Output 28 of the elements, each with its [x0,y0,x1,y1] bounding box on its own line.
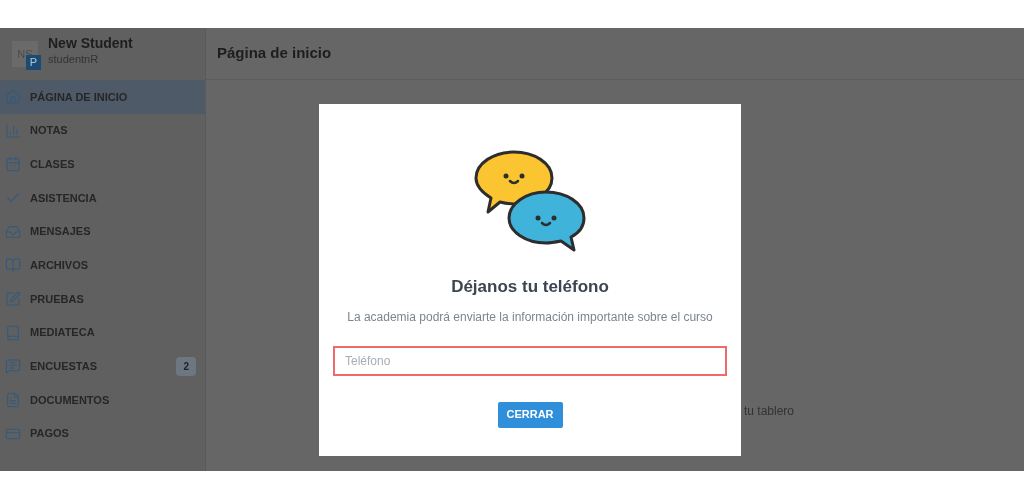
dialog-title: Déjanos tu teléfono [451,276,609,298]
page-title: Página de inicio [217,43,332,64]
sidebar-label: ENCUESTAS [30,359,99,375]
sidebar-label: PAGOS [30,426,70,442]
count-badge: 2 [176,356,196,376]
sidebar-label: MEDIATECA [30,325,96,341]
book-icon [5,257,21,274]
user-name: New Student [48,35,133,53]
sidebar-label: PRUEBAS [30,291,85,307]
dialog-text: La academia podrá enviarte la información importante sobre el curso [347,308,713,326]
sidebar-label: ARCHIVOS [30,258,90,274]
phone-field[interactable]: Teléfono [333,345,727,376]
sidebar-label: CLASES [30,156,76,172]
calendar-icon [5,156,21,173]
bar-chart-icon [5,122,21,139]
home-icon [5,88,21,105]
sidebar-item[interactable]: PÁGINA DE INICIO [0,80,205,114]
edit-icon [5,290,21,307]
sidebar-label: DOCUMENTOS [30,392,111,408]
close-button[interactable]: CERRAR [497,401,563,428]
book-icon [5,324,21,341]
inbox-icon [5,223,21,240]
sidebar-label: PÁGINA DE INICIO [30,89,129,105]
sidebar-label: MENSAJES [30,224,92,240]
document-icon [5,392,21,409]
sidebar-label: NOTAS [30,123,69,139]
sidebar-label: ASISTENCIA [30,190,98,206]
message-icon [5,358,21,375]
